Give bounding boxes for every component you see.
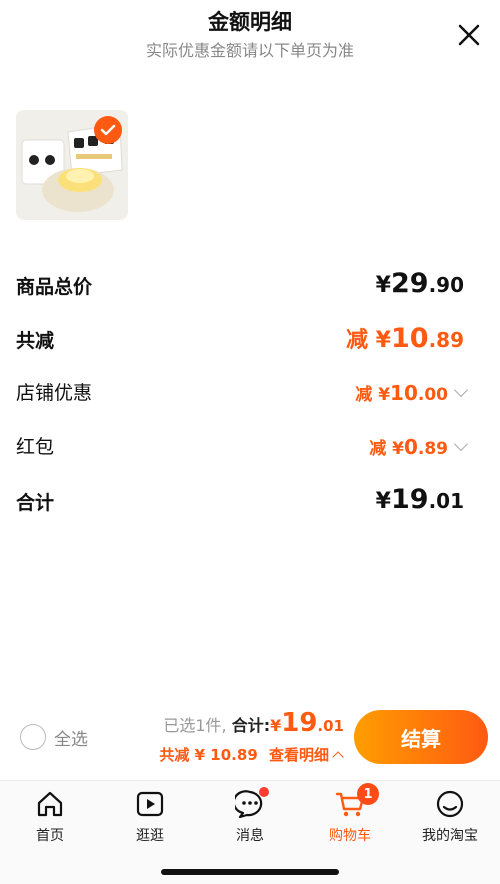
tab-home[interactable]: 首页 bbox=[0, 789, 100, 845]
view-detail-link[interactable]: 共减 ¥ 10.89 查看明细 bbox=[159, 744, 344, 765]
tab-bar: 首页 逛逛 消息 1 购物车 我的淘宝 bbox=[0, 780, 500, 884]
select-all-label: 全选 bbox=[54, 729, 88, 750]
home-indicator bbox=[161, 869, 339, 875]
cart-count-badge: 1 bbox=[357, 783, 379, 805]
tab-label: 逛逛 bbox=[136, 828, 164, 844]
product-thumbnail[interactable] bbox=[16, 110, 128, 220]
close-button[interactable] bbox=[454, 20, 484, 50]
row-store-discount[interactable]: 店铺优惠 减 ¥10.00 bbox=[16, 374, 469, 408]
total-label: 合计: bbox=[231, 716, 271, 735]
selected-count: 已选1件, bbox=[163, 716, 227, 735]
view-detail-label: 查看明细 bbox=[268, 746, 329, 764]
chevron-down-icon bbox=[453, 382, 469, 398]
notification-dot bbox=[259, 787, 269, 797]
row-product-total: 商品总价 ¥29.90 bbox=[16, 268, 466, 302]
close-icon bbox=[458, 24, 480, 46]
tab-label: 购物车 bbox=[329, 828, 371, 844]
select-all-checkbox[interactable] bbox=[20, 724, 46, 750]
tab-profile[interactable]: 我的淘宝 bbox=[400, 789, 500, 845]
row-label: 商品总价 bbox=[16, 276, 93, 298]
tab-label: 首页 bbox=[36, 828, 64, 844]
total-amount: 19 bbox=[281, 708, 318, 738]
red-packet-amount[interactable]: 减 ¥0.89 bbox=[369, 434, 469, 459]
chevron-up-icon bbox=[332, 751, 344, 763]
selected-check-badge[interactable] bbox=[94, 116, 122, 144]
row-grand-total: 合计 ¥19.01 bbox=[16, 484, 466, 518]
tab-explore[interactable]: 逛逛 bbox=[100, 789, 200, 845]
play-icon bbox=[136, 791, 164, 817]
home-icon bbox=[37, 791, 63, 817]
checkout-button[interactable]: 结算 bbox=[354, 710, 488, 764]
row-label: 合计 bbox=[16, 492, 55, 514]
select-all-toggle[interactable]: 全选 bbox=[20, 724, 88, 750]
discount-summary: 共减 ¥ 10.89 bbox=[159, 746, 258, 764]
row-label: 店铺优惠 bbox=[16, 382, 93, 404]
checkout-bar: 全选 已选1件, 合计:¥19.01 共减 ¥ 10.89 查看明细 结算 bbox=[0, 700, 500, 778]
page-title: 金额明细 bbox=[208, 10, 292, 34]
row-total-reduction: 共减 减 ¥10.89 bbox=[16, 322, 466, 356]
tab-cart[interactable]: 1 购物车 bbox=[300, 783, 400, 845]
page-subtitle: 实际优惠金额请以下单页为准 bbox=[145, 41, 354, 60]
tab-messages[interactable]: 消息 bbox=[200, 787, 300, 845]
row-label: 红包 bbox=[16, 436, 55, 458]
modal-header: 金额明细 实际优惠金额请以下单页为准 bbox=[0, 0, 500, 70]
total-reduction-amount: 减 ¥10.89 bbox=[346, 323, 464, 354]
row-label: 共减 bbox=[16, 330, 55, 352]
tab-label: 消息 bbox=[236, 828, 264, 844]
profile-icon bbox=[436, 790, 464, 818]
chevron-down-icon bbox=[453, 436, 469, 452]
row-red-packet[interactable]: 红包 减 ¥0.89 bbox=[16, 428, 469, 462]
store-discount-amount[interactable]: 减 ¥10.00 bbox=[355, 380, 469, 405]
order-summary: 已选1件, 合计:¥19.01 bbox=[163, 708, 344, 738]
product-total-amount: ¥29.90 bbox=[375, 268, 464, 299]
tab-label: 我的淘宝 bbox=[422, 828, 478, 844]
checkmark-icon bbox=[100, 124, 116, 136]
grand-total-amount: ¥19.01 bbox=[375, 484, 464, 515]
